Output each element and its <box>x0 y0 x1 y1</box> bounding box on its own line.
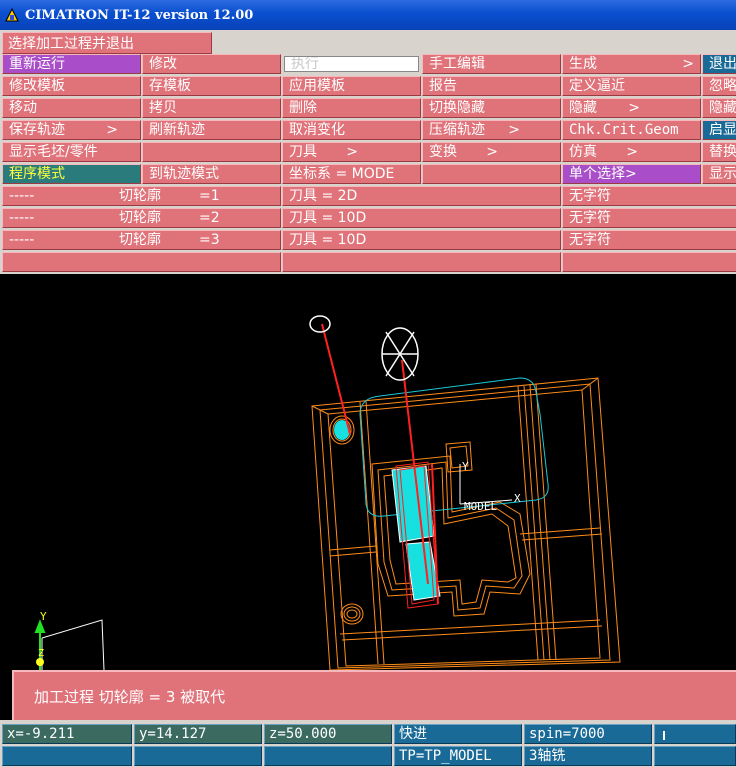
status-empty-4 <box>654 746 736 766</box>
status-bar: x=-9.211 y=14.127 z=50.000 快进 spin=7000 … <box>0 720 736 767</box>
spindle-speed: spin=7000 <box>524 724 652 744</box>
model-axis-y: Y <box>462 460 469 473</box>
to-toolpath-mode-button[interactable]: 到轨迹模式 <box>142 164 281 184</box>
cancel-change-button[interactable]: 取消变化 <box>282 120 421 140</box>
empty-button[interactable] <box>142 142 281 162</box>
status-empty-2 <box>134 746 262 766</box>
toolpath-name: TP=TP_MODEL <box>394 746 522 766</box>
procedure-row-2-char[interactable]: 无字符 <box>562 208 736 228</box>
procedure-row-empty-tool[interactable] <box>282 252 561 272</box>
transform-button[interactable]: 变换 > <box>422 142 561 162</box>
save-toolpath-button[interactable]: 保存轨迹 > <box>2 120 141 140</box>
title-bar: CIMATRON IT-12 version 12.00 <box>0 0 736 30</box>
procedure-row-2-tool[interactable]: 刀具 = 10D <box>282 208 561 228</box>
status-input[interactable] <box>654 724 736 744</box>
modify-template-button[interactable]: 修改模板 <box>2 76 141 96</box>
coordinate-system-button[interactable]: 坐标系 = MODE <box>282 164 421 184</box>
graphics-viewport[interactable]: Y X MODEL Y Z <box>0 274 736 670</box>
manual-edit-button[interactable]: 手工编辑 <box>422 54 561 74</box>
status-empty-1 <box>2 746 132 766</box>
procedure-row-3-char[interactable]: 无字符 <box>562 230 736 250</box>
replace-button[interactable]: 替换 <box>702 142 736 162</box>
status-empty-3 <box>264 746 392 766</box>
empty-button-2[interactable] <box>422 164 561 184</box>
single-select-button[interactable]: 单个选择> <box>562 164 701 184</box>
z-coordinate: z=50.000 <box>264 724 392 744</box>
procedure-row-3[interactable]: ----- 切轮廓 =3 <box>2 230 281 250</box>
select-process-exit-button[interactable]: 选择加工过程并退出 <box>2 32 212 54</box>
feed-mode: 快进 <box>394 724 522 744</box>
x-coordinate: x=-9.211 <box>2 724 132 744</box>
triad-z-label: Z <box>38 648 44 659</box>
program-mode-button[interactable]: 程序模式 <box>2 164 141 184</box>
wireframe-model: Y X MODEL Y Z <box>34 315 621 670</box>
ignore-button[interactable]: 忽略 <box>702 76 736 96</box>
toggle-hide-button[interactable]: 切换隐藏 <box>422 98 561 118</box>
rerun-button[interactable]: 重新运行 <box>2 54 141 74</box>
model-axis-x: X <box>514 492 521 505</box>
procedure-row-1-tool[interactable]: 刀具 = 2D <box>282 186 561 206</box>
apply-template-button[interactable]: 应用模板 <box>282 76 421 96</box>
hide-button[interactable]: 隐藏 > <box>562 98 701 118</box>
triad-y-label: Y <box>40 610 47 623</box>
procedure-row-1[interactable]: ----- 切轮廓 =1 <box>2 186 281 206</box>
exit-button[interactable]: 退出 <box>702 54 736 74</box>
execute-button[interactable]: 执行 <box>284 56 419 72</box>
procedure-row-2[interactable]: ----- 切轮廓 =2 <box>2 208 281 228</box>
function-menu: 重新运行 修改 执行 手工编辑 生成 > 退出 修改模板 存模板 应用模板 报告 … <box>0 54 736 274</box>
model-label: MODEL <box>464 500 497 513</box>
define-approach-button[interactable]: 定义逼近 <box>562 76 701 96</box>
axis-mode: 3轴铣 <box>524 746 652 766</box>
cimatron-app-icon[interactable] <box>4 7 20 23</box>
chk-crit-geom-button[interactable]: Chk.Crit.Geom <box>562 120 701 140</box>
generate-button[interactable]: 生成 > <box>562 54 701 74</box>
delete-button[interactable]: 删除 <box>282 98 421 118</box>
post-display-button[interactable]: 启显 <box>702 120 736 140</box>
window-title: CIMATRON IT-12 version 12.00 <box>25 7 254 23</box>
refresh-toolpath-button[interactable]: 刷新轨迹 <box>142 120 281 140</box>
move-button[interactable]: 移动 <box>2 98 141 118</box>
simulate-button[interactable]: 仿真 > <box>562 142 701 162</box>
tool-button[interactable]: 刀具 > <box>282 142 421 162</box>
hide-button-2[interactable]: 隐藏 <box>702 98 736 118</box>
report-button[interactable]: 报告 <box>422 76 561 96</box>
modify-button[interactable]: 修改 <box>142 54 281 74</box>
procedure-row-empty[interactable] <box>2 252 281 272</box>
procedure-row-empty-char[interactable] <box>562 252 736 272</box>
save-template-button[interactable]: 存模板 <box>142 76 281 96</box>
procedure-row-3-tool[interactable]: 刀具 = 10D <box>282 230 561 250</box>
procedure-row-1-char[interactable]: 无字符 <box>562 186 736 206</box>
show-blank-part-button[interactable]: 显示毛坯/零件 <box>2 142 141 162</box>
message-text: 加工过程 切轮廓 = 3 被取代 <box>34 688 226 706</box>
show-button[interactable]: 显示 <box>702 164 736 184</box>
message-bar: 加工过程 切轮廓 = 3 被取代 <box>12 670 736 720</box>
compress-toolpath-button[interactable]: 压缩轨迹 > <box>422 120 561 140</box>
copy-button[interactable]: 拷贝 <box>142 98 281 118</box>
y-coordinate: y=14.127 <box>134 724 262 744</box>
